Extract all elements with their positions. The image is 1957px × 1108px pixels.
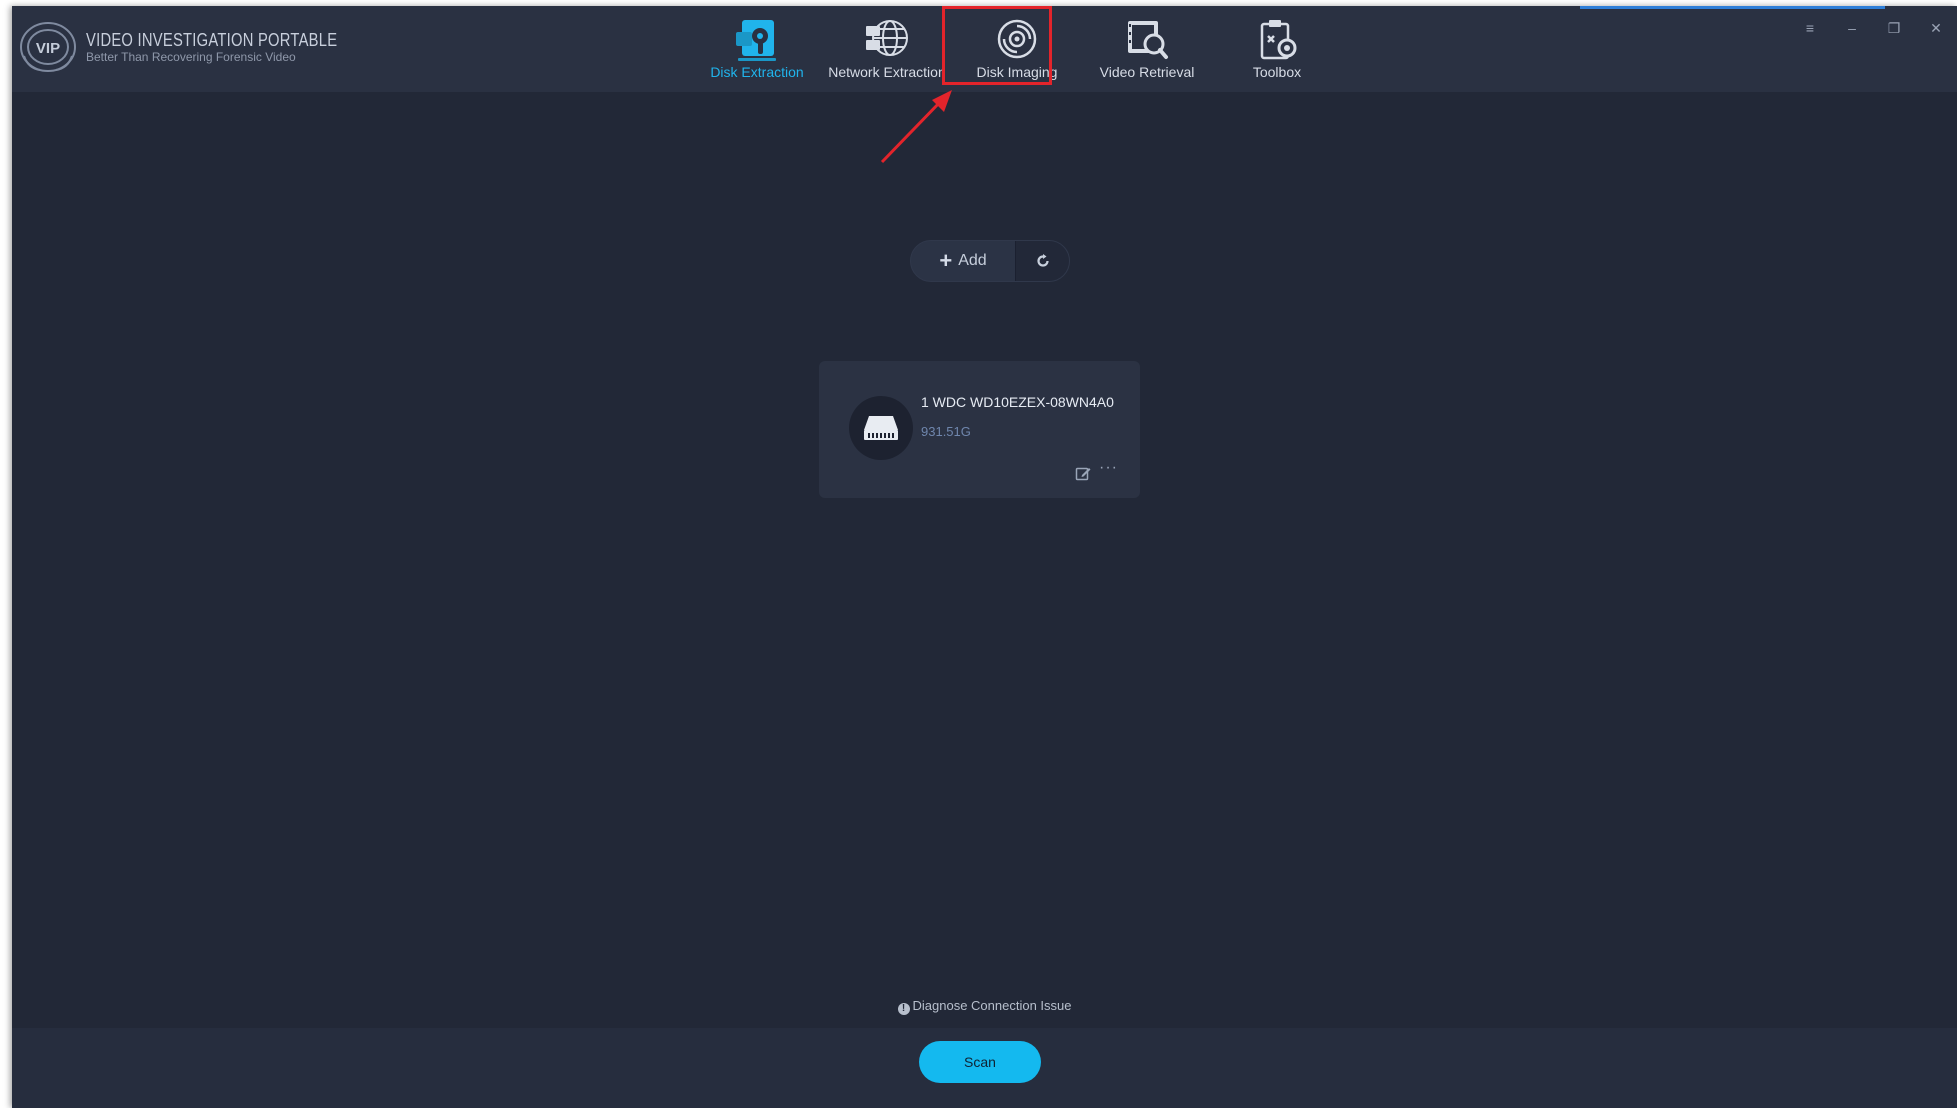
menu-icon[interactable]: ≡ — [1789, 18, 1831, 38]
vip-badge-icon: VIP — [20, 22, 76, 72]
refresh-button[interactable] — [1015, 241, 1069, 281]
tab-toolbox[interactable]: Toolbox — [1212, 12, 1342, 90]
window-controls: ≡ – ❐ ✕ — [1789, 18, 1957, 38]
disk-icon-circle — [849, 396, 913, 460]
close-icon[interactable]: ✕ — [1915, 18, 1957, 38]
disk-size: 931.51G — [921, 424, 971, 439]
minimize-icon[interactable]: – — [1831, 18, 1873, 38]
plus-icon: + — [939, 248, 953, 273]
video-retrieval-icon — [1128, 21, 1168, 59]
hard-drive-icon — [864, 416, 898, 440]
diagnose-link[interactable]: ! Diagnose Connection Issue — [12, 998, 1957, 1015]
top-progress-strip — [1580, 6, 1885, 9]
disk-imaging-highlight-box — [942, 6, 1052, 85]
app-subtitle: Better Than Recovering Forensic Video — [86, 50, 296, 64]
app-title: VIDEO INVESTIGATION PORTABLE — [86, 30, 338, 50]
tab-disk-extraction[interactable]: Disk Extraction — [692, 12, 822, 90]
svg-text:VIP: VIP — [36, 40, 60, 57]
toolbox-icon — [1260, 20, 1297, 60]
tab-label: Toolbox — [1252, 64, 1302, 80]
app-window: VIP VIDEO INVESTIGATION PORTABLE Better … — [12, 6, 1957, 1108]
info-icon: ! — [897, 1003, 910, 1015]
restore-icon[interactable]: ❐ — [1873, 18, 1915, 38]
disk-extraction-icon — [736, 20, 776, 61]
edit-icon[interactable] — [1075, 465, 1091, 481]
more-icon[interactable]: ··· — [1099, 459, 1118, 477]
add-label: Add — [958, 252, 987, 269]
disk-card[interactable]: 1 WDC WD10EZEX-08WN4A0 931.51G ··· — [819, 361, 1140, 498]
tab-network-extraction[interactable]: Network Extraction — [822, 12, 952, 90]
add-refresh-bar: + Add — [910, 240, 1070, 282]
tab-label: Network Extraction — [828, 64, 946, 80]
add-button[interactable]: + Add — [911, 241, 1015, 281]
tab-label: Video Retrieval — [1099, 64, 1195, 80]
disk-name: 1 WDC WD10EZEX-08WN4A0 — [921, 394, 1114, 410]
tab-video-retrieval[interactable]: Video Retrieval — [1082, 12, 1212, 90]
annotation-arrow — [880, 90, 952, 164]
scan-button[interactable]: Scan — [919, 1041, 1041, 1083]
refresh-icon — [1036, 254, 1049, 267]
diagnose-label: Diagnose Connection Issue — [912, 998, 1072, 1013]
network-extraction-icon — [866, 20, 908, 56]
tab-label: Disk Extraction — [710, 64, 804, 80]
app-logo: VIP VIDEO INVESTIGATION PORTABLE Better … — [18, 20, 392, 74]
